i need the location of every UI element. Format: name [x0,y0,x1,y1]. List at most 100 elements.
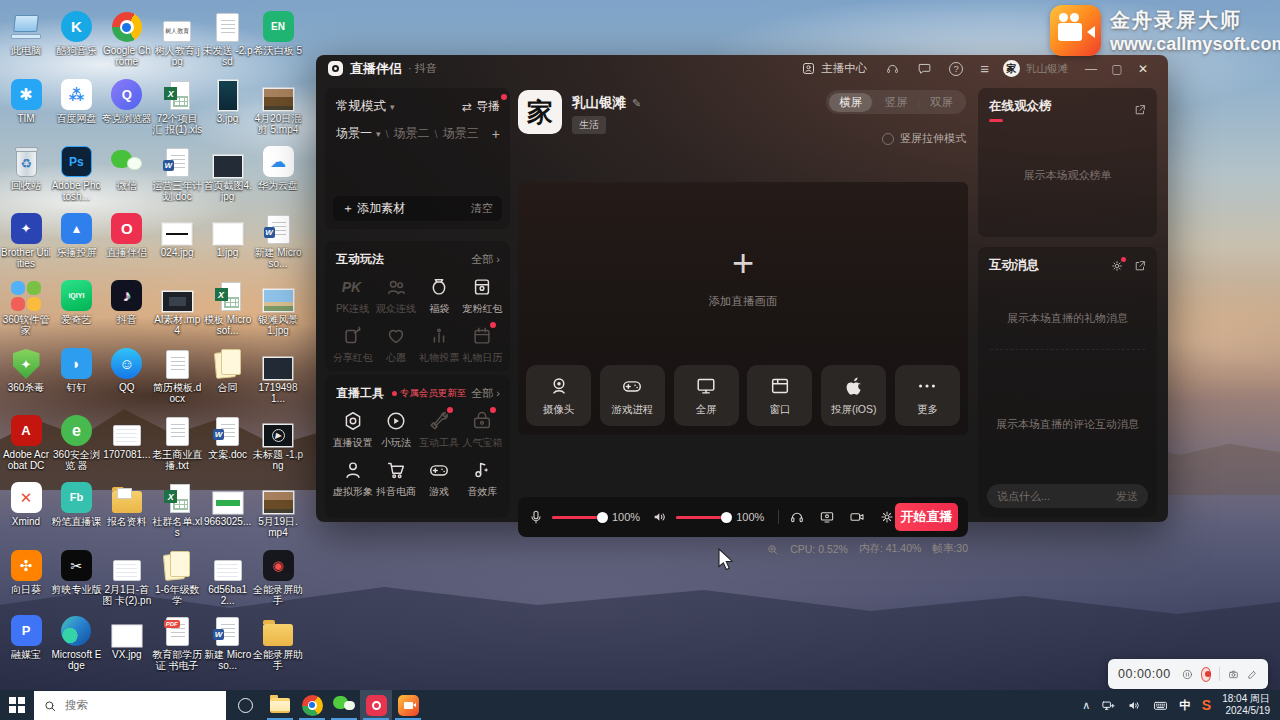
desktop-icon[interactable]: X72个项目汇 报(1).xlsx [152,76,202,136]
desktop-icon[interactable]: 1707081... [102,412,152,460]
panel-item[interactable]: 礼物日历 [461,325,504,365]
message-settings-icon[interactable] [1110,259,1124,273]
mode-select[interactable]: 常规模式 [336,98,386,115]
headset-icon[interactable] [885,61,900,76]
desktop-icon[interactable]: Google Chrome [102,8,152,67]
menu-icon[interactable]: ≡ [980,60,989,77]
add-scene-button[interactable]: + [492,126,500,142]
stop-button[interactable] [1201,667,1212,682]
desktop-icon[interactable]: 树人教育树人教育.jpg [152,8,202,67]
speaker-icon[interactable] [652,509,668,525]
desktop-icon[interactable]: 17194981... [253,345,303,404]
desktop-icon[interactable]: ✕Xmind [1,479,51,527]
desktop-icon[interactable]: ♻回收站 [1,143,51,191]
desktop-icon[interactable]: W新建 Microso... [253,210,303,269]
preview-area[interactable]: + 添加直播画面 摄像头游戏进程全屏窗口投屏(iOS)更多 [518,182,968,435]
orientation-tab[interactable]: 横屏 [829,93,872,112]
start-live-button[interactable]: 开始直播 [895,503,958,531]
desktop-icon[interactable]: 合同 [203,345,253,393]
panel-item[interactable]: 直播设置 [331,410,374,450]
desktop-icon[interactable]: ◉全能录屏助手 [253,547,303,606]
pause-button[interactable] [1182,667,1193,682]
desktop-icon[interactable]: e360安全浏览 器 [51,412,101,471]
desktop-icon[interactable]: PsAdobe Photosh... [51,143,101,202]
desktop-icon[interactable]: ☁华为云盘 [253,143,303,191]
add-source-button[interactable]: + 添加直播画面 [518,244,968,309]
panel-item[interactable]: 心愿 [374,325,417,365]
add-material-button[interactable]: ＋ 添加素材 [342,200,405,217]
panel-item[interactable]: 礼物投票 [418,325,461,365]
desktop-icon[interactable]: ☺QQ [102,345,152,393]
user-avatar[interactable]: 家 [1003,60,1020,77]
panel-item[interactable]: 宠粉红包 [461,276,504,316]
source-button[interactable]: 投屏(iOS) [821,365,886,426]
popout-icon[interactable] [1133,259,1147,273]
desktop-icon[interactable]: ✂剪映专业版 [51,547,101,595]
desktop-icon[interactable]: 未发送 -2.psd [203,8,253,67]
desktop-icon[interactable]: AAdobe Acrobat DC [1,412,51,471]
feedback-icon[interactable] [917,61,932,76]
close-button[interactable]: ✕ [1130,62,1156,76]
panel-item[interactable]: 小玩法 [374,410,417,450]
director-button[interactable]: ⇄导播 [462,98,500,115]
volume-icon[interactable] [1127,698,1142,713]
desktop-icon[interactable]: ✦Brother Utilities [1,210,51,269]
panel-item[interactable]: 人气宝箱 [461,410,504,450]
desktop-icon[interactable]: 报名资料 [102,479,152,527]
desktop-icon[interactable]: ◗钉钉 [51,345,101,393]
desktop-icon[interactable]: O直播伴侣 [102,210,152,258]
source-button[interactable]: 摄像头 [526,365,591,426]
taskbar-app-wechat[interactable] [328,690,360,720]
orientation-tab[interactable]: 双屏 [920,93,963,112]
panel-item[interactable]: 游戏 [418,459,461,499]
settings-icon[interactable] [879,509,895,525]
taskbar-clock[interactable]: 18:04 周日 2024/5/19 [1222,693,1270,717]
desktop-icon[interactable]: ✱TIM [1,76,51,124]
anchor-center-button[interactable]: 主播中心 [801,61,867,76]
desktop-icon[interactable]: 360软件管家 [1,277,51,336]
panel-item[interactable]: 虚拟形象 [331,459,374,499]
desktop-icon[interactable]: W运营三年计 划.doc [152,143,202,202]
message-input[interactable]: 说点什么... 发送 [987,484,1148,508]
desktop-icon[interactable]: ✣向日葵 [1,547,51,595]
edit-title-icon[interactable]: ✎ [632,97,641,109]
panel-item[interactable]: 分享红包 [331,325,374,365]
tools-all-link[interactable]: 全部 › [471,386,500,401]
desktop-icon[interactable]: ♪抖音 [102,277,152,325]
desktop-icon[interactable]: Fb粉笔直播课 [51,479,101,527]
source-button[interactable]: 窗口 [747,365,812,426]
source-button[interactable]: 更多 [895,365,960,426]
panel-item[interactable]: PKPK连线 [331,276,374,316]
touch-keyboard-icon[interactable] [1153,698,1168,713]
interact-all-link[interactable]: 全部 › [471,252,500,267]
desktop-icon[interactable]: 首页截图4.jpg [203,143,253,202]
monitor-audio-icon[interactable] [789,509,805,525]
desktop-icon[interactable]: 4月20日混剪 5.mp4 [253,76,303,135]
ime-indicator[interactable]: 中 [1179,698,1191,713]
taskbar-app-file-explorer[interactable] [264,690,296,720]
clear-button[interactable]: 清空 [471,201,493,216]
screenshot-button[interactable] [1228,667,1239,682]
source-button[interactable]: 游戏进程 [600,365,665,426]
desktop-icon[interactable]: AI素材.mp4 [152,277,202,336]
speaker-volume-slider[interactable] [676,516,730,519]
scene-tab[interactable]: 场景三 [443,125,479,142]
sogou-icon[interactable]: S [1202,697,1211,713]
desktop-icon[interactable]: 微信 [102,143,152,191]
desktop-icon[interactable]: W文案.doc [203,412,253,460]
desktop-icon[interactable]: 银滩风景 1.jpg [253,277,303,336]
desktop-icon[interactable]: EN希沃白板 5 [253,8,303,56]
maximize-button[interactable]: ▢ [1104,62,1130,76]
stretch-mode-toggle[interactable]: 竖屏拉伸模式 [882,131,966,146]
desktop-icon[interactable]: 1-6年级数学 [152,547,202,606]
desktop-icon[interactable]: 此电脑 [1,8,51,56]
taskbar-app-jinzhou-recorder[interactable] [392,690,424,720]
desktop-icon[interactable]: ✦360杀毒 [1,345,51,393]
cortana-button[interactable] [226,690,264,720]
send-button[interactable]: 发送 [1116,489,1138,504]
desktop-icon[interactable]: ▲乐播投屏 [51,210,101,258]
desktop-icon[interactable]: PDF教育部学历证 书电子注册... [152,612,202,672]
scene-tab[interactable]: 场景二 [394,125,430,142]
desktop-icon[interactable]: 024.jpg [152,210,202,258]
help-icon[interactable]: ? [949,62,963,76]
